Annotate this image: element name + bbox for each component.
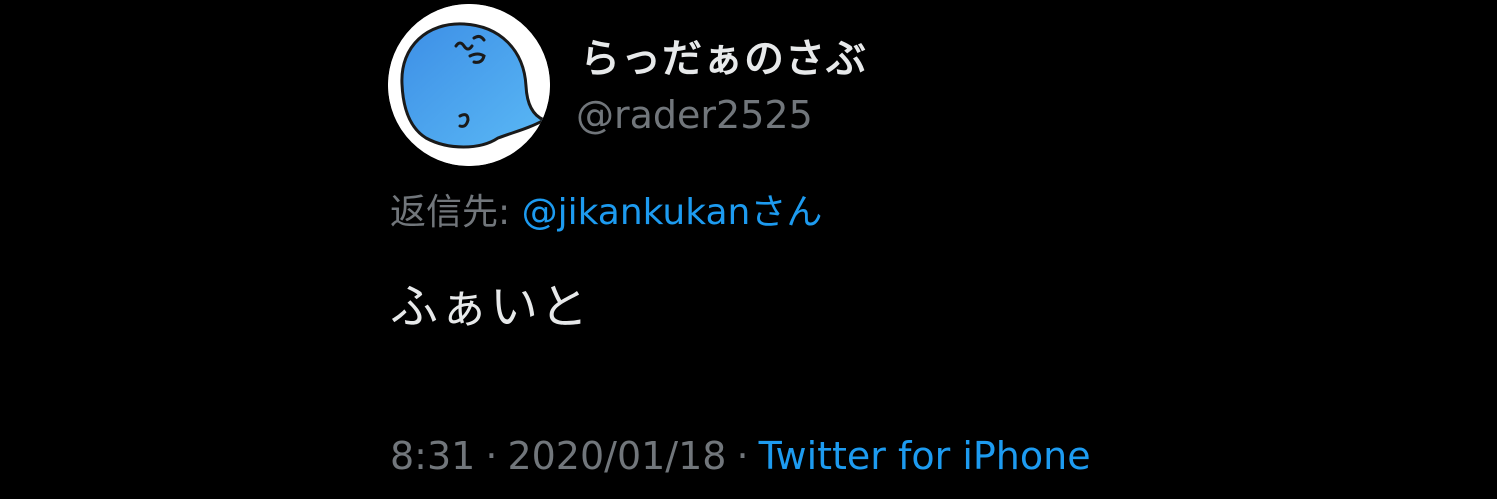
reply-to-label: 返信先: — [390, 192, 522, 233]
avatar[interactable] — [388, 4, 550, 166]
tweet-source-link[interactable]: Twitter for iPhone — [759, 434, 1091, 478]
display-name[interactable]: らっだぁのさぶ — [580, 34, 867, 84]
meta-separator: · — [736, 434, 749, 478]
tweet-time[interactable]: 8:31 — [390, 434, 475, 478]
reply-to-line: 返信先: @jikankukanさん — [390, 188, 822, 238]
tweet-text: ふぁいと — [390, 279, 591, 335]
reply-mention-link[interactable]: @jikankukanさん — [522, 192, 823, 233]
tweet-metadata: 8:31 · 2020/01/18 · Twitter for iPhone — [390, 430, 1091, 482]
user-handle[interactable]: @rader2525 — [576, 90, 813, 140]
meta-separator: · — [485, 434, 498, 478]
blue-whale-mascot-icon — [388, 4, 550, 166]
tweet-detail: らっだぁのさぶ @rader2525 返信先: @jikankukanさん ふぁ… — [0, 0, 1497, 499]
tweet-date[interactable]: 2020/01/18 — [507, 434, 726, 478]
